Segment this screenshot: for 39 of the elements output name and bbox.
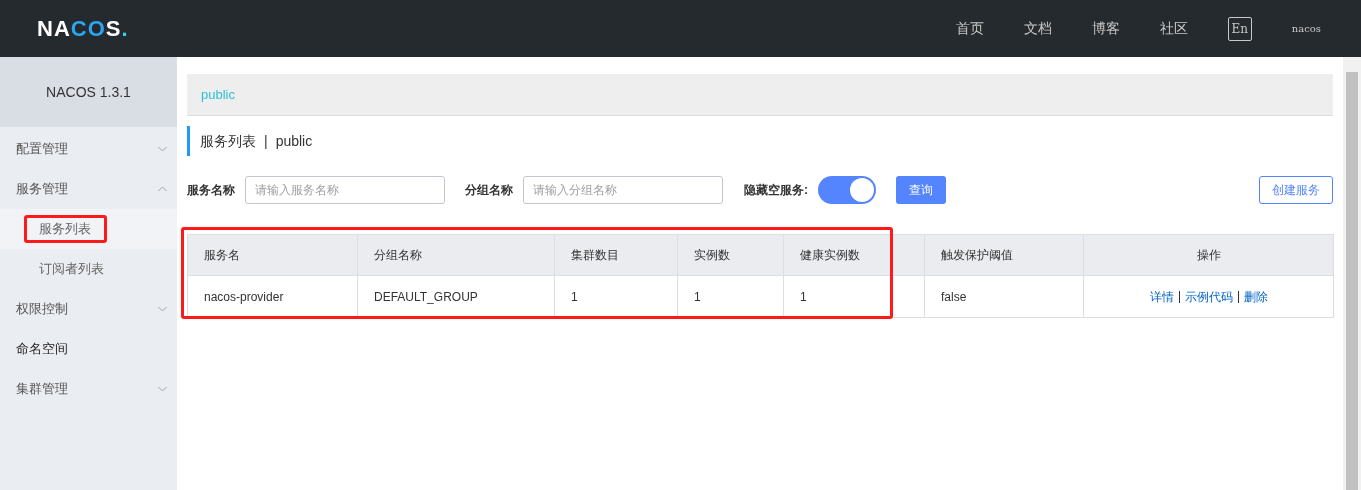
- field-label: 分组名称: [465, 182, 513, 199]
- sidebar-item[interactable]: 集群管理: [0, 369, 177, 409]
- column-header: 健康实例数: [783, 234, 925, 276]
- sidebar-title: NACOS 1.3.1: [0, 57, 177, 127]
- scrollbar[interactable]: [1343, 57, 1361, 490]
- column-header: 服务名: [187, 234, 358, 276]
- column-header: 集群数目: [554, 234, 678, 276]
- sidebar-item[interactable]: 命名空间: [0, 329, 177, 369]
- sidebar-item[interactable]: 服务管理: [0, 169, 177, 209]
- table-cell: nacos-provider: [187, 275, 358, 318]
- table-cell: false: [924, 275, 1084, 318]
- action-link[interactable]: 示例代码: [1184, 287, 1233, 306]
- scrollbar-thumb[interactable]: [1346, 72, 1358, 490]
- namespace-label: public: [275, 131, 313, 151]
- sidebar-item[interactable]: 配置管理: [0, 129, 177, 169]
- logo[interactable]: NACOS.: [37, 12, 129, 45]
- user-name[interactable]: nacos: [1291, 21, 1321, 36]
- nav-link[interactable]: 文档: [1023, 18, 1052, 39]
- field-label: 服务名称: [187, 182, 235, 199]
- nav-link[interactable]: 社区: [1159, 18, 1188, 39]
- column-header: 操作: [1083, 234, 1334, 276]
- text-input-field[interactable]: 请输入分组名称: [523, 176, 723, 204]
- column-header: 实例数: [677, 234, 784, 276]
- sidebar-subitem[interactable]: 订阅者列表: [24, 255, 119, 283]
- title-separator: |: [264, 131, 268, 151]
- page-title: 服务列表: [200, 131, 256, 151]
- action-link[interactable]: 详情: [1149, 287, 1174, 306]
- action-link[interactable]: 删除: [1243, 287, 1268, 306]
- nav-link[interactable]: 博客: [1091, 18, 1120, 39]
- sidebar-subitem[interactable]: 服务列表: [24, 215, 107, 243]
- create-service-button[interactable]: 创建服务: [1259, 176, 1333, 204]
- column-header: 触发保护阈值: [924, 234, 1084, 276]
- toggle-label: 隐藏空服务:: [744, 182, 808, 199]
- language-button[interactable]: En: [1227, 16, 1252, 41]
- text-input-field[interactable]: 请输入服务名称: [245, 176, 445, 204]
- toggle-switch[interactable]: [818, 176, 876, 204]
- sidebar-item[interactable]: 权限控制: [0, 289, 177, 329]
- nav-link[interactable]: 首页: [955, 18, 984, 39]
- column-header: 分组名称: [357, 234, 555, 276]
